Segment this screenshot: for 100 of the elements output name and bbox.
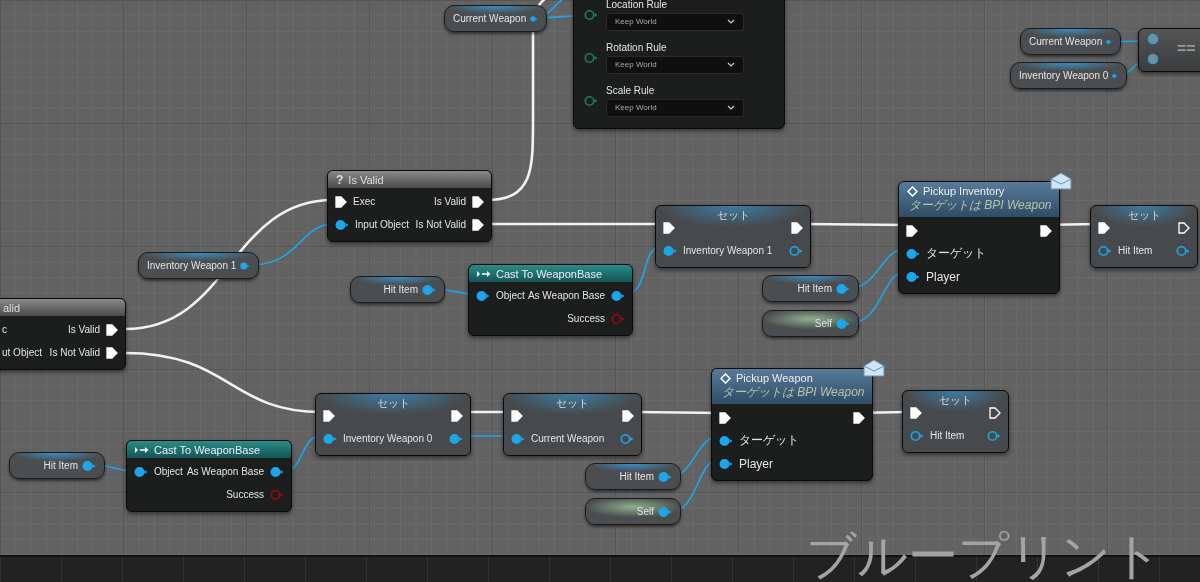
node-title: セット: [556, 397, 589, 409]
pin-label: As Weapon Base: [527, 290, 605, 301]
variable-node[interactable]: Current Weapon: [444, 5, 547, 32]
graph-node[interactable]: セット Hit Item: [902, 390, 1009, 453]
exec-pin-icon[interactable]: [472, 218, 484, 231]
exec-pin-icon[interactable]: [106, 323, 118, 336]
variable-node[interactable]: Self: [585, 498, 681, 525]
node-title: Pickup Weapon: [736, 372, 813, 384]
exec-pin-icon[interactable]: [323, 409, 335, 422]
pin-label: Is Valid: [433, 196, 466, 207]
data-pin-icon[interactable]: [335, 218, 349, 231]
pin-label: Player: [926, 269, 960, 284]
pin-label: Inventory Weapon 0: [343, 433, 433, 444]
data-pin-icon[interactable]: [1098, 244, 1112, 257]
data-pin-icon[interactable]: [422, 283, 436, 296]
diamond-icon: [720, 372, 731, 384]
pin-label: c: [2, 324, 7, 335]
variable-node[interactable]: Hit Item: [585, 463, 681, 490]
variable-node[interactable]: Inventory Weapon 1: [138, 252, 259, 279]
data-pin-icon[interactable]: [449, 432, 463, 445]
exec-pin-icon[interactable]: [663, 221, 675, 234]
exec-pin-icon[interactable]: [791, 221, 803, 234]
dropdown[interactable]: Keep World: [606, 12, 744, 31]
pin-label: Rotation Rule: [606, 41, 668, 53]
diamond-icon: [907, 185, 918, 197]
graph-node[interactable]: セット Hit Item: [1090, 205, 1198, 268]
data-pin-icon[interactable]: [658, 505, 672, 518]
variable-node[interactable]: Current Weapon: [1020, 28, 1121, 55]
data-pin-icon[interactable]: [82, 459, 96, 472]
graph-node[interactable]: セット Inventory Weapon 0: [315, 393, 471, 456]
variable-node[interactable]: Self: [762, 310, 859, 337]
data-pin-icon[interactable]: [323, 432, 337, 445]
data-pin-icon[interactable]: [476, 289, 490, 302]
exec-pin-icon[interactable]: [910, 406, 922, 419]
data-pin-icon[interactable]: [836, 282, 850, 295]
variable-label: Current Weapon: [453, 13, 527, 24]
graph-node[interactable]: Cast To WeaponBase Object As Weapon Base Success: [468, 264, 633, 336]
data-pin-icon[interactable]: [906, 270, 920, 283]
pin-label: ターゲット: [926, 245, 986, 262]
exec-pin-icon[interactable]: [1178, 221, 1190, 234]
caret-icon: [727, 19, 735, 24]
data-pin-icon[interactable]: [240, 259, 250, 272]
variable-node[interactable]: Hit Item: [350, 276, 445, 303]
exec-pin-icon[interactable]: [719, 411, 731, 424]
exec-pin-icon[interactable]: [1098, 221, 1110, 234]
exec-pin-icon[interactable]: [906, 224, 918, 237]
data-pin-icon[interactable]: [611, 289, 625, 302]
pin-label: Scale Rule: [606, 84, 656, 96]
dropdown[interactable]: Keep World: [606, 98, 744, 117]
graph-node[interactable]: Location Rule Keep World Rotation Rule Keep World Scale Rule Keep World: [573, 0, 785, 129]
data-pin-icon[interactable]: [987, 429, 1001, 442]
pin-label: Success: [567, 313, 605, 324]
node-title: セット: [716, 209, 750, 221]
exec-pin-icon[interactable]: [989, 406, 1001, 419]
variable-node[interactable]: Inventory Weapon 0: [1010, 62, 1127, 89]
pin-label: Location Rule: [606, 0, 669, 10]
data-pin-icon[interactable]: [270, 465, 284, 478]
exec-pin-icon[interactable]: [472, 195, 484, 208]
pin-label: Object: [154, 466, 183, 477]
pin-label: Player: [739, 456, 773, 471]
variable-label: Hit Item: [383, 284, 418, 295]
graph-node[interactable]: セット Current Weapon: [503, 393, 642, 456]
data-pin-icon[interactable]: [1147, 53, 1159, 65]
variable-node[interactable]: Hit Item: [9, 452, 105, 479]
data-pin-icon[interactable]: [1176, 244, 1190, 257]
exec-pin-icon[interactable]: [1040, 224, 1052, 237]
data-pin-icon[interactable]: [584, 8, 598, 21]
node-title: Cast To WeaponBase: [496, 267, 602, 280]
graph-node[interactable]: Cast To WeaponBase Object As Weapon Base Success: [126, 440, 292, 512]
data-pin-icon[interactable]: [134, 465, 148, 478]
graph-node[interactable]: Pickup Weapon ターゲットは BPI Weapon ターゲット Player: [711, 368, 873, 481]
data-pin-icon[interactable]: [789, 244, 803, 257]
exec-pin-icon[interactable]: [335, 195, 347, 208]
exec-pin-icon[interactable]: [451, 409, 463, 422]
graph-node[interactable]: alid c Is Valid ut Object Is Not Valid: [0, 298, 126, 370]
data-pin-icon[interactable]: [511, 432, 525, 445]
data-pin-icon[interactable]: [719, 434, 733, 447]
pin-label: Is Not Valid: [49, 347, 100, 358]
graph-node[interactable]: ? Is Valid Exec Is Valid Input Object Is Not Valid: [327, 170, 492, 242]
data-pin-icon[interactable]: [584, 51, 598, 64]
data-pin-icon[interactable]: [663, 244, 677, 257]
exec-pin-icon[interactable]: [853, 411, 865, 424]
pin-label: Object: [496, 290, 525, 301]
caret-icon: [727, 62, 735, 67]
exec-pin-icon[interactable]: [511, 409, 523, 422]
data-pin-icon[interactable]: [719, 457, 733, 470]
data-pin-icon[interactable]: [620, 432, 634, 445]
graph-node[interactable]: Pickup Inventory ターゲットは BPI Weapon ターゲット Player: [898, 181, 1060, 294]
data-pin-icon[interactable]: [584, 94, 598, 107]
data-pin-icon[interactable]: [658, 470, 672, 483]
exec-pin-icon[interactable]: [622, 409, 634, 422]
arrow-icon: [477, 269, 491, 278]
exec-pin-icon[interactable]: [106, 346, 118, 359]
data-pin-icon[interactable]: [910, 429, 924, 442]
graph-node[interactable]: セット Inventory Weapon 1: [655, 205, 811, 268]
variable-node[interactable]: Hit Item: [762, 275, 859, 302]
data-pin-icon[interactable]: [906, 247, 920, 260]
dropdown[interactable]: Keep World: [606, 55, 744, 74]
data-pin-icon[interactable]: [1147, 33, 1159, 45]
data-pin-icon[interactable]: [836, 317, 850, 330]
